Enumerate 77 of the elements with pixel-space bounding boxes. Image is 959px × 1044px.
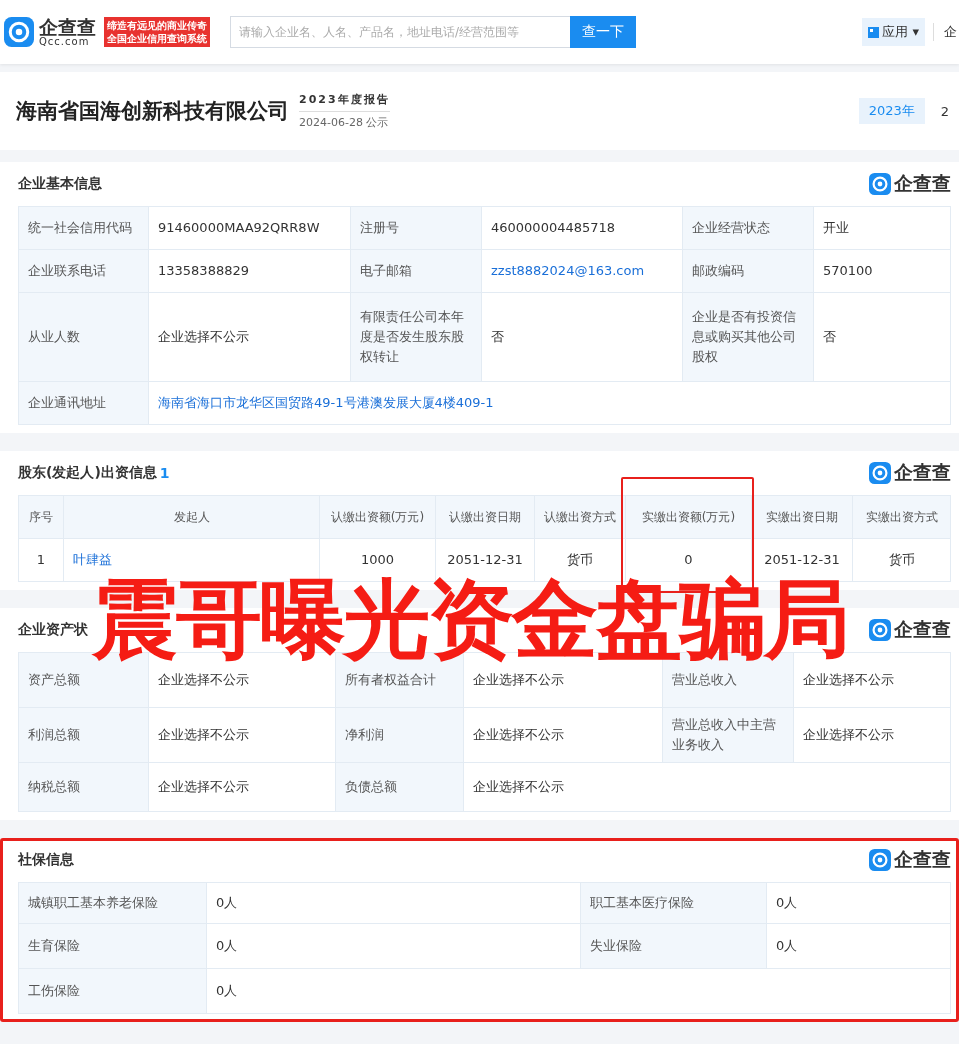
table-cell: 2051-12-31 [752,539,852,581]
field-label: 失业保险 [581,924,766,968]
field-label: 从业人数 [19,293,148,381]
field-label: 营业总收入中主营业务收入 [663,708,793,762]
field-label: 生育保险 [19,924,206,968]
column-header: 实缴出资额(万元) [626,496,751,538]
nav-link[interactable]: 企 [933,23,957,41]
brand-logo-text: 企查查 [894,460,951,485]
table-cell: 企业选择不公示 [149,763,335,811]
table-cell: 企业选择不公示 [149,708,335,762]
table-cell: 91460000MAA92QRR8W [149,207,350,249]
column-header: 实缴出资日期 [752,496,852,538]
link[interactable]: 海南省海口市龙华区国贸路49-1号港澳发展大厦4楼409-1 [149,382,950,424]
field-label: 邮政编码 [683,250,813,292]
logo-icon [4,17,34,47]
table-cell: 开业 [814,207,950,249]
field-label: 城镇职工基本养老保险 [19,883,206,923]
field-label: 电子邮箱 [351,250,481,292]
link[interactable]: zzst8882024@163.com [482,250,682,292]
column-header: 实缴出资方式 [853,496,950,538]
table-cell: 企业选择不公示 [464,763,950,811]
section-title: 社保信息 [18,851,74,869]
column-header: 认缴出资日期 [436,496,534,538]
table-cell: 0人 [767,924,950,968]
field-label: 有限责任公司本年度是否发生股东股权转让 [351,293,481,381]
table-cell: 否 [482,293,682,381]
field-label: 纳税总额 [19,763,148,811]
search-field[interactable]: 请输入企业名、人名、产品名，地址电话/经营范围等 [230,16,570,48]
section-title: 股东(发起人)出资信息 [18,464,157,482]
table-cell: 13358388829 [149,250,350,292]
logo-domain: Qcc.com [39,36,90,47]
report-title: 2023年度报告 [299,92,390,107]
slogan-banner: 缔造有远见的商业传奇 全国企业信用查询系统 [104,17,210,47]
table-cell: 570100 [814,250,950,292]
table-cell: 企业选择不公示 [794,708,950,762]
logo-text: 企查查 [39,17,96,37]
brand-logo-text: 企查查 [894,171,951,196]
logo-icon [869,173,891,195]
field-label: 注册号 [351,207,481,249]
field-label: 企业是否有投资信息或购买其他公司股权 [683,293,813,381]
table-cell: 1 [19,539,63,581]
column-header: 序号 [19,496,63,538]
count: 1 [159,465,170,481]
column-header: 发起人 [64,496,319,538]
column-header: 认缴出资方式 [535,496,625,538]
table-cell: 0人 [767,883,950,923]
field-label: 净利润 [336,708,463,762]
table-cell: 货币 [853,539,950,581]
table-cell: 企业选择不公示 [464,708,662,762]
search-button[interactable]: 查一下 [570,16,636,48]
app-menu-button[interactable]: 应用 ▾ [862,18,925,46]
field-label: 企业联系电话 [19,250,148,292]
brand-logo-text: 企查查 [894,617,951,642]
company-name: 海南省国海创新科技有限公司 [16,98,289,125]
field-label: 利润总额 [19,708,148,762]
table-cell: 0人 [207,924,580,968]
table-cell: 460000004485718 [482,207,682,249]
table-cell: 0人 [207,969,950,1013]
year-tab[interactable]: 2023年 [858,98,925,124]
field-label: 企业经营状态 [683,207,813,249]
logo-icon [869,462,891,484]
table-cell: 0人 [207,883,580,923]
field-label: 企业通讯地址 [19,382,148,424]
brand-logo-text: 企查查 [894,847,951,872]
column-header: 认缴出资额(万元) [320,496,435,538]
field-label: 统一社会信用代码 [19,207,148,249]
app-grid-icon [868,26,880,38]
field-label: 负债总额 [336,763,463,811]
table-cell: 否 [814,293,950,381]
section-title: 企业基本信息 [18,175,102,193]
table-cell: 企业选择不公示 [149,293,350,381]
field-label: 工伤保险 [19,969,206,1013]
logo-icon [869,619,891,641]
section-title: 企业资产状 [18,621,88,639]
logo-icon [869,849,891,871]
field-label: 职工基本医疗保险 [581,883,766,923]
publish-date: 2024-06-28 公示 [299,111,390,130]
